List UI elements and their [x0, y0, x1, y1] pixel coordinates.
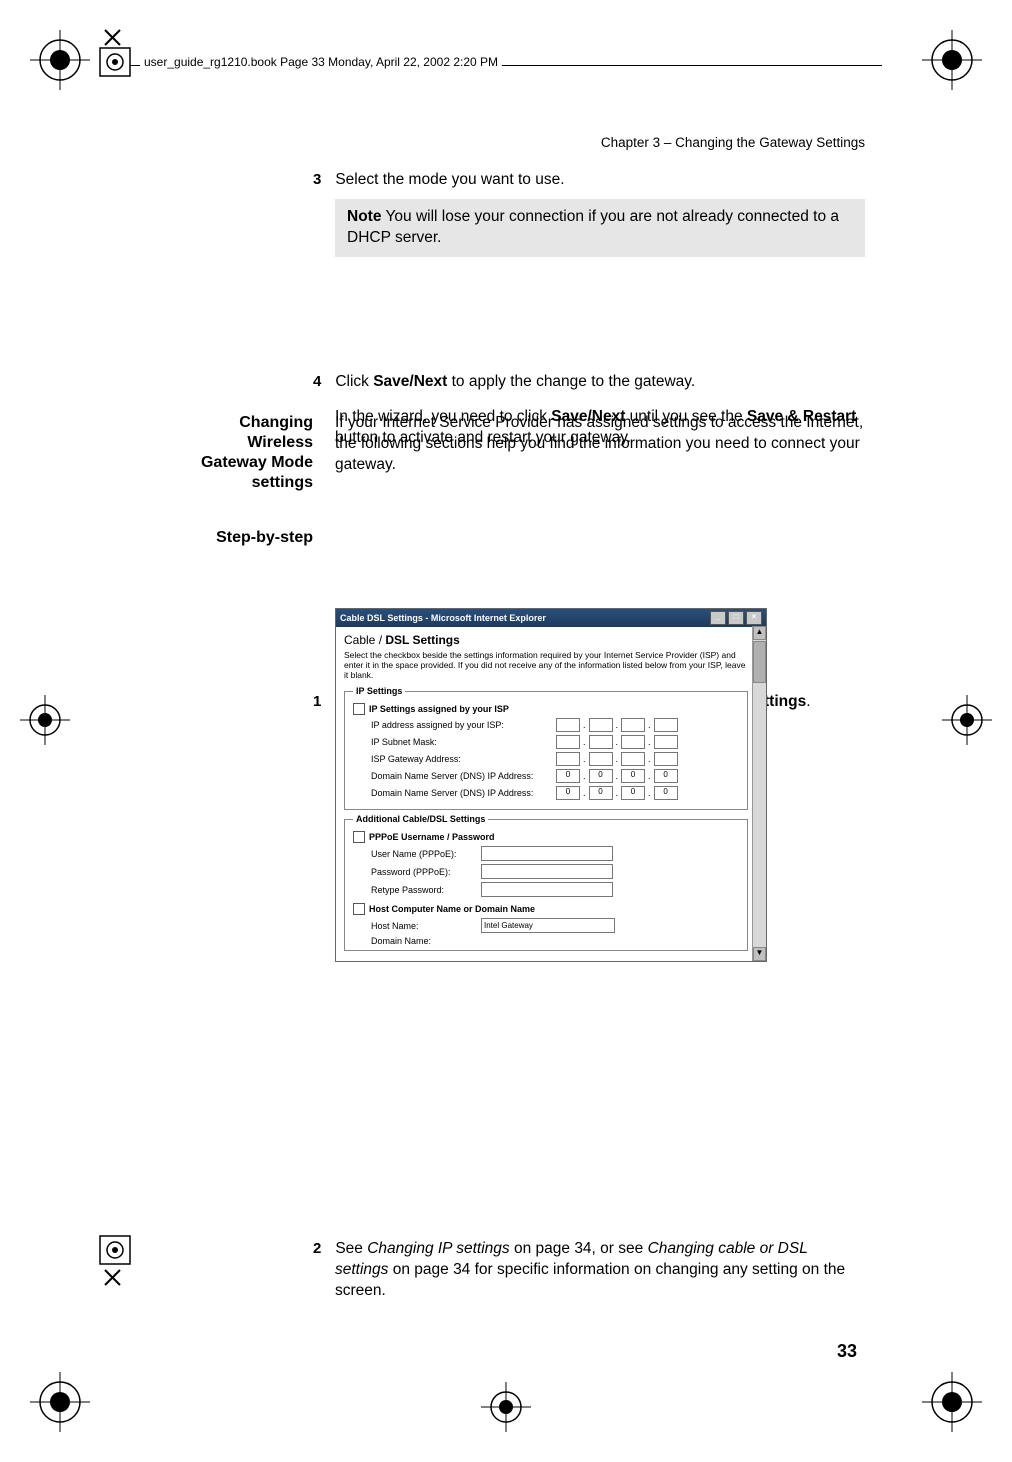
checkbox-ip-settings[interactable]	[353, 703, 365, 715]
label-password: Password (PPPoE):	[371, 867, 481, 877]
binder-mark-icon	[70, 1232, 190, 1442]
label-ip-address: IP address assigned by your ISP:	[371, 720, 556, 730]
scroll-down-icon[interactable]: ▼	[753, 947, 766, 961]
sidebar-line: Changing	[155, 413, 313, 433]
step-2-ital-1: Changing IP settings	[367, 1240, 509, 1257]
sidebar-line: Wireless	[155, 433, 313, 453]
step-2-text-b: on page 34, or see	[510, 1240, 648, 1257]
label-gateway: ISP Gateway Address:	[371, 754, 556, 764]
dns1-input[interactable]: 0.0.0.0	[556, 769, 678, 783]
minimize-icon[interactable]: _	[710, 611, 726, 625]
registration-mark-icon	[15, 690, 75, 750]
username-input[interactable]	[481, 846, 613, 861]
dns2-input[interactable]: 0.0.0.0	[556, 786, 678, 800]
sidebar-line: settings	[155, 473, 313, 493]
hostname-input[interactable]: Intel Gateway	[481, 918, 615, 933]
checkbox-pppoe-label: PPPoE Username / Password	[369, 832, 495, 842]
header-rule: user_guide_rg1210.book Page 33 Monday, A…	[130, 55, 882, 69]
note-text: You will lose your connection if you are…	[347, 208, 839, 246]
intro-paragraph: If your Internet Service Provider has as…	[335, 413, 865, 476]
step-2-text-a: See	[335, 1240, 367, 1257]
scrollbar[interactable]: ▲ ▼	[752, 626, 766, 961]
password-input[interactable]	[481, 864, 613, 879]
sidebar-heading-changing: Changing Wireless Gateway Mode settings	[155, 413, 313, 493]
subnet-input[interactable]: ...	[556, 735, 678, 749]
label-dns1: Domain Name Server (DNS) IP Address:	[371, 771, 556, 781]
chapter-heading: Chapter 3 – Changing the Gateway Setting…	[335, 135, 865, 150]
app-heading: Cable / DSL Settings	[344, 633, 748, 647]
registration-mark-icon	[476, 1377, 536, 1437]
step-2-text-c: on page 34 for specific information on c…	[335, 1261, 845, 1299]
page: user_guide_rg1210.book Page 33 Monday, A…	[0, 0, 1012, 1462]
label-retype: Retype Password:	[371, 885, 481, 895]
label-dns2: Domain Name Server (DNS) IP Address:	[371, 788, 556, 798]
step-number: 1	[313, 692, 331, 712]
note-label: Note	[347, 208, 381, 225]
header-file-info: user_guide_rg1210.book Page 33 Monday, A…	[140, 55, 502, 69]
ip-settings-legend: IP Settings	[353, 686, 405, 696]
step-2: 2 See Changing IP settings on page 34, o…	[335, 1239, 865, 1302]
checkbox-hostname[interactable]	[353, 903, 365, 915]
scroll-up-icon[interactable]: ▲	[753, 626, 766, 640]
step-4-bold: Save/Next	[373, 373, 447, 390]
label-hostname: Host Name:	[371, 921, 481, 931]
window-titlebar: Cable DSL Settings - Microsoft Internet …	[336, 609, 766, 627]
step-number: 2	[313, 1239, 331, 1259]
window-title: Cable DSL Settings - Microsoft Internet …	[340, 613, 546, 623]
step-3: 3 Select the mode you want to use. Note …	[335, 170, 865, 257]
registration-mark-icon	[922, 30, 982, 90]
ip-settings-group: IP Settings IP Settings assigned by your…	[344, 686, 748, 810]
label-domain: Domain Name:	[371, 936, 481, 946]
close-icon[interactable]: ×	[746, 611, 762, 625]
sidebar-line: Gateway Mode	[155, 453, 313, 473]
label-username: User Name (PPPoE):	[371, 849, 481, 859]
checkbox-pppoe[interactable]	[353, 831, 365, 843]
app-window: Cable DSL Settings - Microsoft Internet …	[335, 608, 767, 962]
step-4-text-a: Click	[335, 373, 373, 390]
step-number: 4	[313, 372, 331, 392]
embedded-screenshot: Cable DSL Settings - Microsoft Internet …	[335, 608, 865, 962]
scroll-thumb[interactable]	[753, 641, 766, 683]
retype-password-input[interactable]	[481, 882, 613, 897]
maximize-icon[interactable]: □	[728, 611, 744, 625]
sidebar-step-by-step: Step-by-step	[155, 528, 313, 548]
note-box: Note You will lose your connection if yo…	[335, 199, 865, 257]
binder-mark-icon	[70, 20, 190, 230]
additional-settings-legend: Additional Cable/DSL Settings	[353, 814, 488, 824]
ip-address-input[interactable]: ...	[556, 718, 678, 732]
registration-mark-icon	[937, 690, 997, 750]
additional-settings-group: Additional Cable/DSL Settings PPPoE User…	[344, 814, 748, 951]
app-description: Select the checkbox beside the settings …	[344, 651, 748, 680]
step-4-text-b: to apply the change to the gateway.	[447, 373, 695, 390]
checkbox-ip-settings-label: IP Settings assigned by your ISP	[369, 704, 509, 714]
checkbox-hostname-label: Host Computer Name or Domain Name	[369, 904, 535, 914]
registration-mark-icon	[922, 1372, 982, 1432]
page-number: 33	[0, 1341, 1012, 1362]
label-subnet: IP Subnet Mask:	[371, 737, 556, 747]
gateway-input[interactable]: ...	[556, 752, 678, 766]
step-3-text: Select the mode you want to use.	[335, 171, 564, 188]
step-number: 3	[313, 170, 331, 190]
